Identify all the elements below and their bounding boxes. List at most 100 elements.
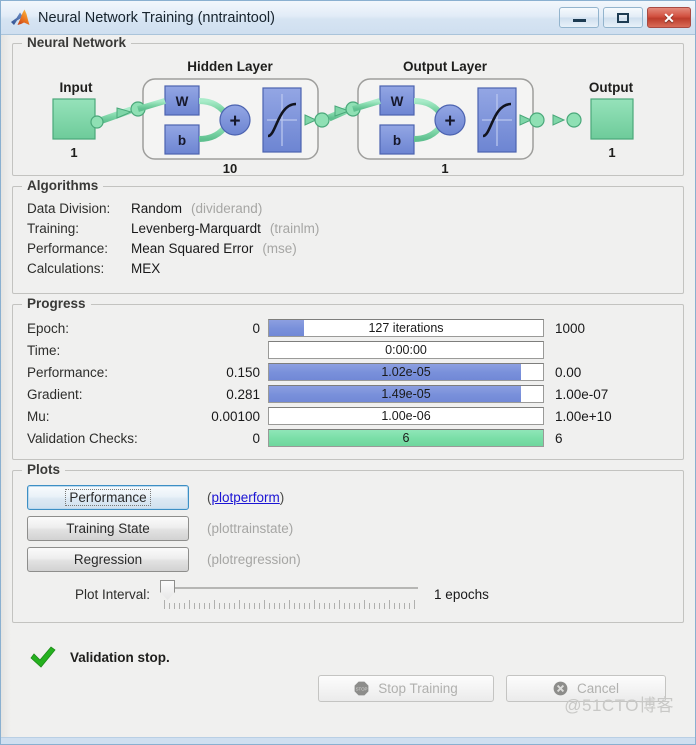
- algorithm-function: (trainlm): [269, 221, 320, 236]
- window-controls: ✕: [559, 7, 691, 28]
- neural-network-group: Neural Network Hidden Layer Output Layer…: [12, 35, 684, 176]
- algorithm-value: Levenberg-Marquardt: [131, 221, 261, 236]
- slider-thumb[interactable]: [160, 580, 176, 600]
- algorithm-function: (mse): [262, 241, 297, 256]
- algorithm-row: Data Division: Random (dividerand): [27, 201, 683, 221]
- regression-plot-button-label: Regression: [73, 552, 143, 567]
- progress-label: Validation Checks:: [27, 430, 138, 446]
- progress-bar-text: 0:00:00: [385, 343, 427, 357]
- title-bar: Neural Network Training (nntraintool) ✕: [1, 1, 695, 34]
- progress-bar-text: 1.02e-05: [381, 365, 431, 379]
- algorithm-label: Training:: [27, 221, 80, 236]
- progress-bar-text: 6: [402, 431, 410, 445]
- stop-training-label: Stop Training: [378, 681, 458, 696]
- algorithm-label: Calculations:: [27, 261, 105, 276]
- plotregression-text: plotregression: [211, 552, 297, 567]
- algorithm-row: Training: Levenberg-Marquardt (trainlm): [27, 221, 683, 241]
- svg-text:STOP: STOP: [356, 687, 368, 692]
- left-gutter: [1, 35, 11, 737]
- progress-bar-time: 0:00:00: [268, 341, 544, 359]
- svg-text:W: W: [176, 94, 189, 109]
- network-diagram: Hidden Layer Output Layer Input 1 W b + …: [13, 44, 683, 175]
- close-button[interactable]: ✕: [647, 7, 691, 28]
- footer-buttons: STOP Stop Training Cancel @51CTO博客: [12, 673, 684, 715]
- regression-plot-button[interactable]: Regression: [27, 547, 189, 572]
- progress-bar-text: 1.00e-06: [381, 409, 431, 423]
- progress-max-value: 0.00: [555, 364, 582, 380]
- algorithm-value: Mean Squared Error: [131, 241, 254, 256]
- plotperform-link[interactable]: plotperform: [212, 490, 280, 505]
- svg-text:+: +: [229, 111, 240, 132]
- slider-tick-marks: [164, 600, 416, 609]
- plot-row-training-state: Training State (plottrainstate): [13, 516, 683, 541]
- svg-text:b: b: [393, 133, 401, 148]
- performance-plot-button-label: Performance: [65, 489, 151, 506]
- matlab-membrane-icon: [11, 9, 30, 25]
- svg-text:W: W: [391, 94, 404, 109]
- algorithm-function: (dividerand): [191, 201, 263, 216]
- training-state-plot-button[interactable]: Training State: [27, 516, 189, 541]
- algorithm-value: MEX: [131, 261, 161, 276]
- plotregression-function-label: (plotregression): [207, 552, 301, 567]
- algorithm-row: Calculations: MEX: [27, 261, 683, 281]
- progress-bar-mu: 1.00e-06: [268, 407, 544, 425]
- progress-current-value: 0.150: [226, 364, 260, 380]
- progress-row-time: Time: 0:00:00: [13, 339, 683, 361]
- plot-row-regression: Regression (plotregression): [13, 547, 683, 572]
- minimize-button[interactable]: [559, 7, 599, 28]
- progress-list: Epoch: 0 127 iterations 1000 Time: 0:00:…: [13, 305, 683, 459]
- progress-row-gradient: Gradient: 0.281 1.49e-05 1.00e-07: [13, 383, 683, 405]
- cancel-label: Cancel: [576, 681, 620, 696]
- progress-current-value: 0: [252, 320, 260, 336]
- minimize-icon: [572, 19, 586, 22]
- progress-max-value: 1000: [555, 320, 586, 336]
- plot-row-performance: Performance (plotperform): [13, 485, 683, 510]
- status-message: Validation stop.: [70, 649, 170, 665]
- algorithms-list: Data Division: Random (dividerand) Train…: [13, 187, 683, 293]
- progress-bar-text: 127 iterations: [368, 321, 444, 335]
- maximize-button[interactable]: [603, 7, 643, 28]
- svg-text:Hidden Layer: Hidden Layer: [187, 59, 273, 74]
- svg-text:1: 1: [608, 145, 615, 160]
- progress-label: Epoch:: [27, 320, 70, 336]
- svg-text:Input: Input: [60, 80, 93, 95]
- progress-row-epoch: Epoch: 0 127 iterations 1000: [13, 317, 683, 339]
- client-area: Neural Network Hidden Layer Output Layer…: [1, 34, 695, 737]
- svg-text:Output Layer: Output Layer: [403, 59, 488, 74]
- stop-training-button[interactable]: STOP Stop Training: [318, 675, 494, 702]
- svg-text:1: 1: [441, 161, 448, 175]
- progress-max-value: 6: [555, 430, 563, 446]
- nntraintool-window: Neural Network Training (nntraintool) ✕ …: [0, 0, 696, 745]
- cancel-button[interactable]: Cancel: [506, 675, 666, 702]
- progress-row-performance: Performance: 0.150 1.02e-05 0.00: [13, 361, 683, 383]
- plot-interval-slider[interactable]: [160, 579, 419, 609]
- plots-group: Plots Performance (plotperform) Training…: [12, 462, 684, 623]
- progress-bar-validation-checks: 6: [268, 429, 544, 447]
- progress-current-value: 0: [252, 430, 260, 446]
- algorithms-group-title: Algorithms: [22, 178, 104, 193]
- svg-text:+: +: [444, 111, 455, 132]
- plots-content: Performance (plotperform) Training State…: [13, 471, 683, 622]
- progress-label: Mu:: [27, 408, 50, 424]
- performance-plot-button[interactable]: Performance: [27, 485, 189, 510]
- progress-max-value: 1.00e-07: [555, 386, 609, 402]
- progress-label: Gradient:: [27, 386, 83, 402]
- progress-bar-gradient: 1.49e-05: [268, 385, 544, 403]
- plots-group-title: Plots: [22, 462, 66, 477]
- svg-text:Output: Output: [589, 80, 634, 95]
- window-bottom-edge: [1, 737, 695, 744]
- plottrainstate-text: plottrainstate: [211, 521, 289, 536]
- plot-interval-label: Plot Interval:: [75, 586, 151, 602]
- progress-current-value: 0.00100: [211, 408, 260, 424]
- progress-row-validation-checks: Validation Checks: 0 6 6: [13, 427, 683, 449]
- algorithms-group: Algorithms Data Division: Random (divide…: [12, 178, 684, 294]
- svg-text:1: 1: [70, 145, 77, 160]
- progress-current-value: 0.281: [226, 386, 260, 402]
- algorithm-value: Random: [131, 201, 183, 216]
- window-title: Neural Network Training (nntraintool): [38, 9, 275, 26]
- network-diagram-svg: Hidden Layer Output Layer Input 1 W b + …: [52, 59, 634, 175]
- slider-track: [166, 587, 419, 589]
- plot-interval-row: Plot Interval: 1 epochs: [13, 578, 683, 610]
- progress-label: Time:: [27, 342, 61, 358]
- algorithm-label: Performance:: [27, 241, 109, 256]
